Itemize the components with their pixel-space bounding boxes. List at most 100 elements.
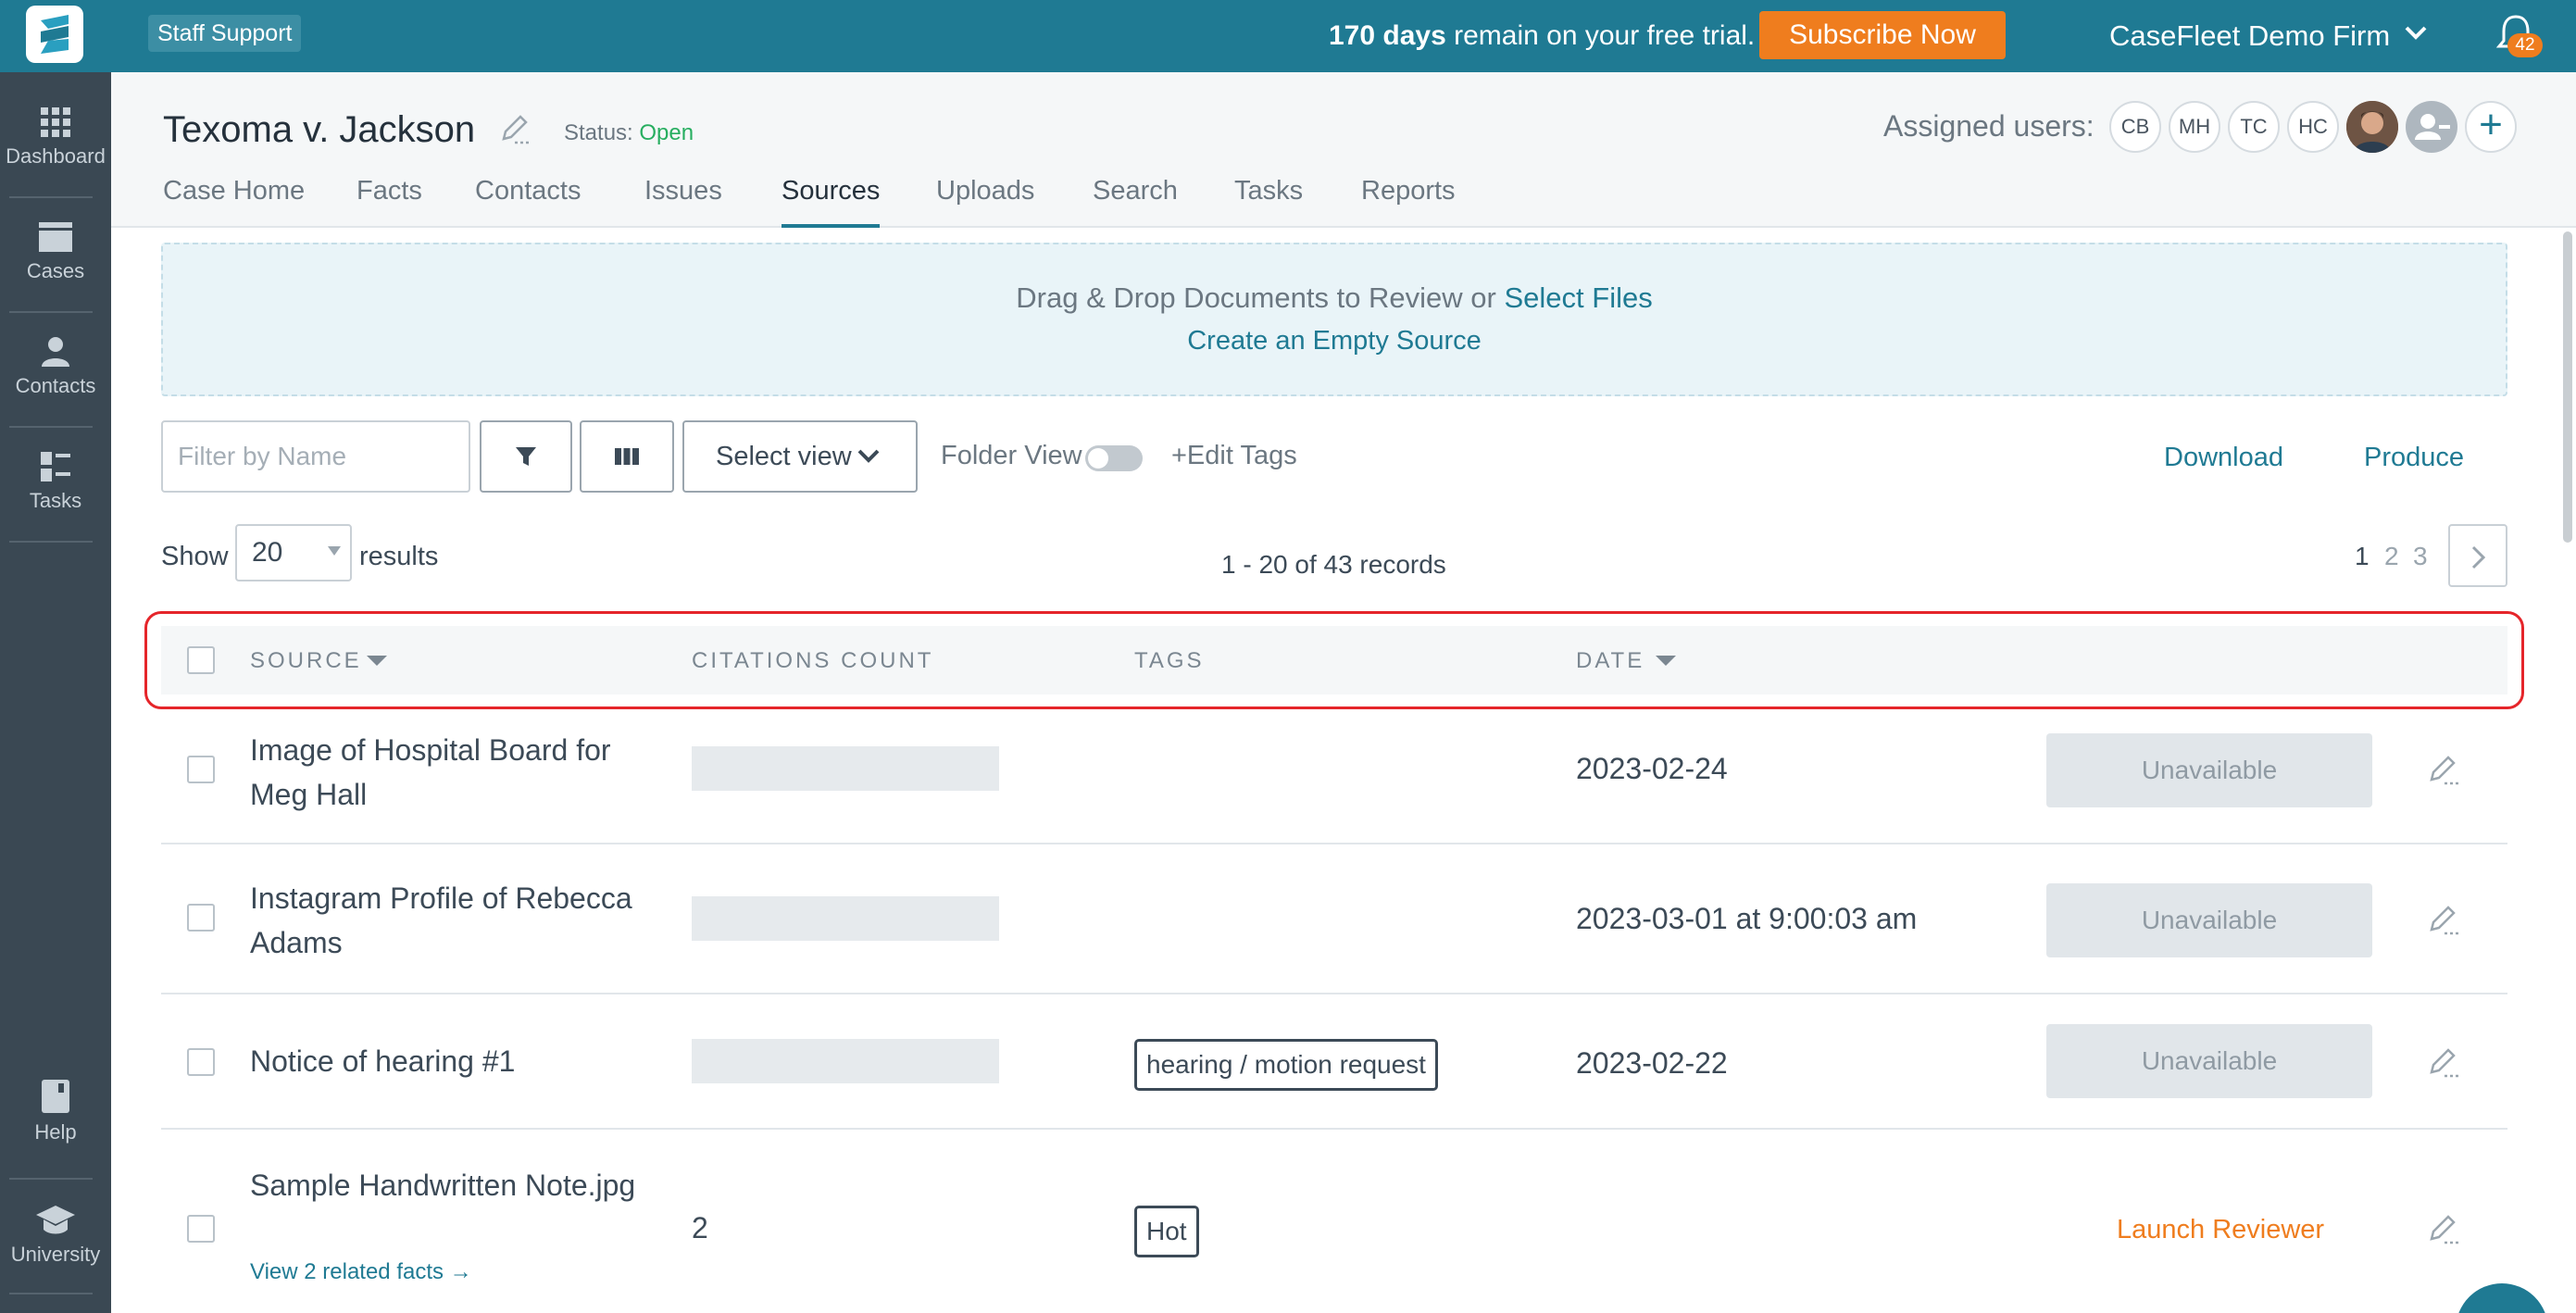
dropzone-text: Drag & Drop Documents to Review or: [1016, 281, 1505, 314]
toggle-knob: [1088, 448, 1108, 469]
tab-sources[interactable]: Sources: [782, 176, 881, 228]
sidebar-item-contacts[interactable]: Contacts: [0, 335, 111, 398]
file-dropzone[interactable]: Drag & Drop Documents to Review or Selec…: [161, 243, 2507, 396]
tab-facts[interactable]: Facts: [356, 176, 422, 228]
citations-count-placeholder: [692, 896, 999, 941]
sidebar-item-help[interactable]: Help: [0, 1078, 111, 1144]
row-checkbox[interactable]: [187, 756, 215, 783]
tab-uploads[interactable]: Uploads: [936, 176, 1034, 228]
pencil-icon[interactable]: [2428, 1213, 2461, 1246]
trial-notice: 170 days remain on your free trial.: [1329, 19, 1755, 53]
user-photo-avatar[interactable]: [2346, 101, 2398, 153]
page-link-3[interactable]: 3: [2413, 542, 2428, 571]
sidebar-item-dashboard[interactable]: Dashboard: [0, 106, 111, 169]
source-name-link[interactable]: Notice of hearing #1: [250, 1039, 639, 1083]
status-badge: Open: [639, 120, 694, 145]
avatar[interactable]: TC: [2228, 101, 2280, 153]
table-row: Notice of hearing #1 hearing / motion re…: [161, 994, 2507, 1130]
table-row: Sample Handwritten Note.jpg View 2 relat…: [161, 1130, 2507, 1313]
sidebar-item-tasks[interactable]: Tasks: [0, 450, 111, 513]
records-count: 1 - 20 of 43 records: [1221, 550, 1446, 579]
pencil-icon[interactable]: [2428, 1046, 2461, 1080]
tab-issues[interactable]: Issues: [644, 176, 722, 228]
person-icon: [42, 337, 69, 367]
select-view-dropdown[interactable]: Select view: [682, 420, 918, 493]
folder-view-label: Folder View: [941, 441, 1082, 470]
sidebar-item-cases[interactable]: Cases: [0, 220, 111, 283]
add-user-button[interactable]: +: [2465, 101, 2517, 153]
edit-tags-button[interactable]: +Edit Tags: [1171, 441, 1297, 471]
tag-badge[interactable]: hearing / motion request: [1134, 1039, 1438, 1091]
sidebar-divider: [9, 196, 93, 198]
tab-tasks[interactable]: Tasks: [1234, 176, 1303, 228]
case-status: Status: Open: [564, 120, 694, 146]
folder-icon: [39, 222, 72, 252]
tab-search[interactable]: Search: [1093, 176, 1178, 228]
pencil-icon[interactable]: [2428, 754, 2461, 787]
pencil-icon[interactable]: [2428, 904, 2461, 937]
source-name-link[interactable]: Instagram Profile of Rebecca Adams: [250, 876, 639, 965]
per-page-select[interactable]: 20: [235, 524, 352, 581]
tab-reports[interactable]: Reports: [1361, 176, 1456, 228]
table-row: Instagram Profile of Rebecca Adams 2023-…: [161, 844, 2507, 994]
staff-support-button[interactable]: Staff Support: [148, 15, 302, 52]
sidebar-divider: [9, 541, 93, 543]
download-link[interactable]: Download: [2164, 443, 2283, 473]
produce-link[interactable]: Produce: [2364, 443, 2464, 473]
unavailable-button: Unavailable: [2046, 1024, 2372, 1098]
chevron-down-icon[interactable]: [2404, 24, 2428, 43]
columns-button[interactable]: [580, 420, 674, 493]
row-checkbox[interactable]: [187, 1215, 215, 1243]
assigned-users-label: Assigned users:: [1883, 109, 2095, 143]
row-checkbox[interactable]: [187, 1048, 215, 1076]
sidebar-divider: [9, 426, 93, 428]
pencil-icon[interactable]: [498, 113, 531, 146]
remove-user-button[interactable]: [2406, 101, 2457, 153]
create-empty-source-link[interactable]: Create an Empty Source: [163, 326, 2506, 356]
person-minus-icon: [2415, 114, 2450, 140]
related-facts-link[interactable]: View 2 related facts →: [250, 1259, 472, 1285]
columns-icon: [615, 448, 639, 465]
launch-reviewer-link[interactable]: Launch Reviewer: [2117, 1215, 2324, 1245]
graduation-cap-icon: [36, 1206, 75, 1234]
tab-contacts[interactable]: Contacts: [475, 176, 581, 228]
casefleet-logo[interactable]: [26, 6, 83, 63]
scrollbar[interactable]: [2563, 231, 2572, 543]
chevron-right-icon: [2471, 545, 2486, 569]
header-highlight-outline: [144, 611, 2524, 709]
row-checkbox[interactable]: [187, 904, 215, 932]
source-date: 2023-03-01 at 9:00:03 am: [1576, 902, 1918, 935]
page-link-2[interactable]: 2: [2384, 542, 2399, 571]
citations-count: 2: [692, 1211, 708, 1244]
chevron-down-icon: [857, 449, 880, 463]
avatar[interactable]: MH: [2169, 101, 2220, 153]
filter-by-name-input[interactable]: [161, 420, 470, 493]
case-header: Texoma v. Jackson Status: Open Assigned …: [111, 72, 2576, 228]
avatar[interactable]: HC: [2287, 101, 2339, 153]
tab-case-home[interactable]: Case Home: [163, 176, 305, 228]
notification-count-badge: 42: [2507, 33, 2543, 57]
sidebar-item-university[interactable]: University: [0, 1204, 111, 1267]
tag-badge[interactable]: Hot: [1134, 1206, 1199, 1257]
top-bar: Staff Support 170 days remain on your fr…: [0, 0, 2576, 72]
next-page-button[interactable]: [2448, 524, 2507, 587]
trial-days: 170 days: [1329, 20, 1446, 51]
per-page-value: 20: [252, 537, 283, 568]
results-label: results: [359, 542, 439, 571]
source-name-link[interactable]: Sample Handwritten Note.jpg: [250, 1163, 639, 1207]
folder-view-toggle[interactable]: [1085, 445, 1143, 471]
trial-rest: remain on your free trial.: [1445, 20, 1756, 51]
subscribe-button[interactable]: Subscribe Now: [1759, 11, 2006, 59]
sidebar-item-label: Dashboard: [6, 144, 106, 168]
avatar[interactable]: CB: [2109, 101, 2161, 153]
filter-button[interactable]: [480, 420, 572, 493]
source-date: 2023-02-22: [1576, 1046, 1728, 1080]
source-name-link[interactable]: Image of Hospital Board for Meg Hall: [250, 728, 639, 817]
tasks-icon: [41, 452, 70, 481]
logo-icon: [41, 15, 69, 54]
page-link-1[interactable]: 1: [2355, 542, 2370, 571]
sidebar-item-label: Help: [34, 1120, 77, 1144]
firm-switcher[interactable]: CaseFleet Demo Firm: [2109, 19, 2390, 54]
select-files-link[interactable]: Select Files: [1504, 281, 1652, 314]
grid-icon: [41, 107, 70, 137]
